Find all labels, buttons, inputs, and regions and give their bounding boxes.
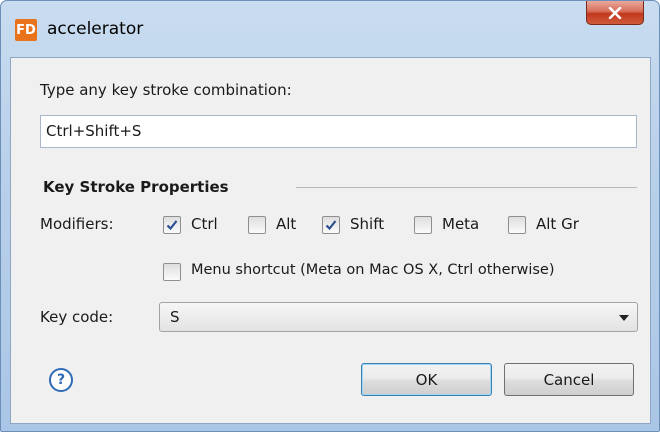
window-title: accelerator <box>47 19 144 39</box>
section-title: Key Stroke Properties <box>43 178 229 196</box>
key-code-value: S <box>170 308 180 326</box>
cancel-button[interactable]: Cancel <box>504 363 634 396</box>
ok-button[interactable]: OK <box>361 363 492 396</box>
checkmark-icon <box>325 220 337 231</box>
altgr-label: Alt Gr <box>536 215 579 233</box>
keystroke-input[interactable]: Ctrl+Shift+S <box>40 115 637 148</box>
meta-checkbox[interactable] <box>414 216 432 234</box>
alt-checkbox[interactable] <box>248 216 266 234</box>
menu-shortcut-checkbox[interactable] <box>163 263 181 281</box>
key-code-label: Key code: <box>40 308 114 326</box>
ctrl-label: Ctrl <box>191 215 218 233</box>
close-x-icon <box>608 6 622 19</box>
close-button[interactable] <box>586 1 644 25</box>
dialog-window: FD accelerator Type any key stroke combi… <box>0 0 660 432</box>
menu-shortcut-label: Menu shortcut (Meta on Mac OS X, Ctrl ot… <box>191 262 555 278</box>
shift-label: Shift <box>350 215 385 233</box>
chevron-down-icon <box>619 315 629 321</box>
alt-label: Alt <box>276 215 297 233</box>
dialog-body: Type any key stroke combination: Ctrl+Sh… <box>10 57 651 424</box>
shift-checkbox[interactable] <box>322 216 340 234</box>
key-code-select[interactable]: S <box>159 302 638 332</box>
ok-label: OK <box>415 370 438 389</box>
checkmark-icon <box>166 220 178 231</box>
cancel-label: Cancel <box>543 370 595 389</box>
fd-app-icon: FD <box>15 19 37 41</box>
question-icon[interactable]: ? <box>49 368 73 392</box>
altgr-checkbox[interactable] <box>508 216 526 234</box>
title-bar[interactable]: FD accelerator <box>1 1 659 57</box>
ctrl-checkbox[interactable] <box>163 216 181 234</box>
meta-label: Meta <box>442 215 480 233</box>
modifiers-label: Modifiers: <box>40 215 114 233</box>
section-divider <box>296 187 637 188</box>
keystroke-prompt-label: Type any key stroke combination: <box>40 81 292 99</box>
